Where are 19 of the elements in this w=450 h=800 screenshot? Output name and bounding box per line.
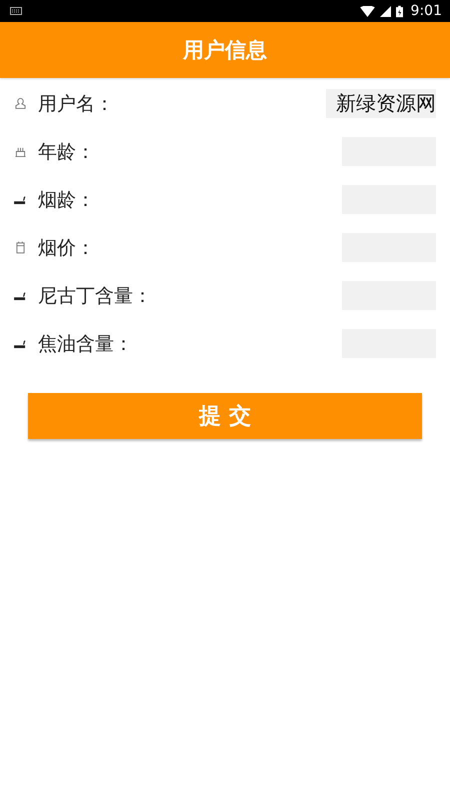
field-label: 尼古丁含量： [38,284,153,308]
cigarette-icon [14,290,27,301]
input-field[interactable]: 新绿资源网 [326,89,436,118]
field-label: 用户名： [38,92,115,116]
status-time: 9:01 [410,3,442,19]
signal-icon [380,6,391,16]
cigarette-icon [14,338,27,349]
cigarette-icon [14,194,27,205]
field-label: 焦油含量： [38,332,134,356]
person-icon [14,97,27,110]
battery-icon [396,4,403,18]
keyboard-icon [10,7,22,15]
wifi-icon [360,6,375,16]
field-label: 年龄： [38,140,96,164]
cake-icon [14,146,27,157]
header-title: 用户信息 [183,37,267,64]
field-label: 烟价： [38,236,96,260]
field-label: 烟龄： [38,188,96,212]
pack-icon [14,241,27,254]
